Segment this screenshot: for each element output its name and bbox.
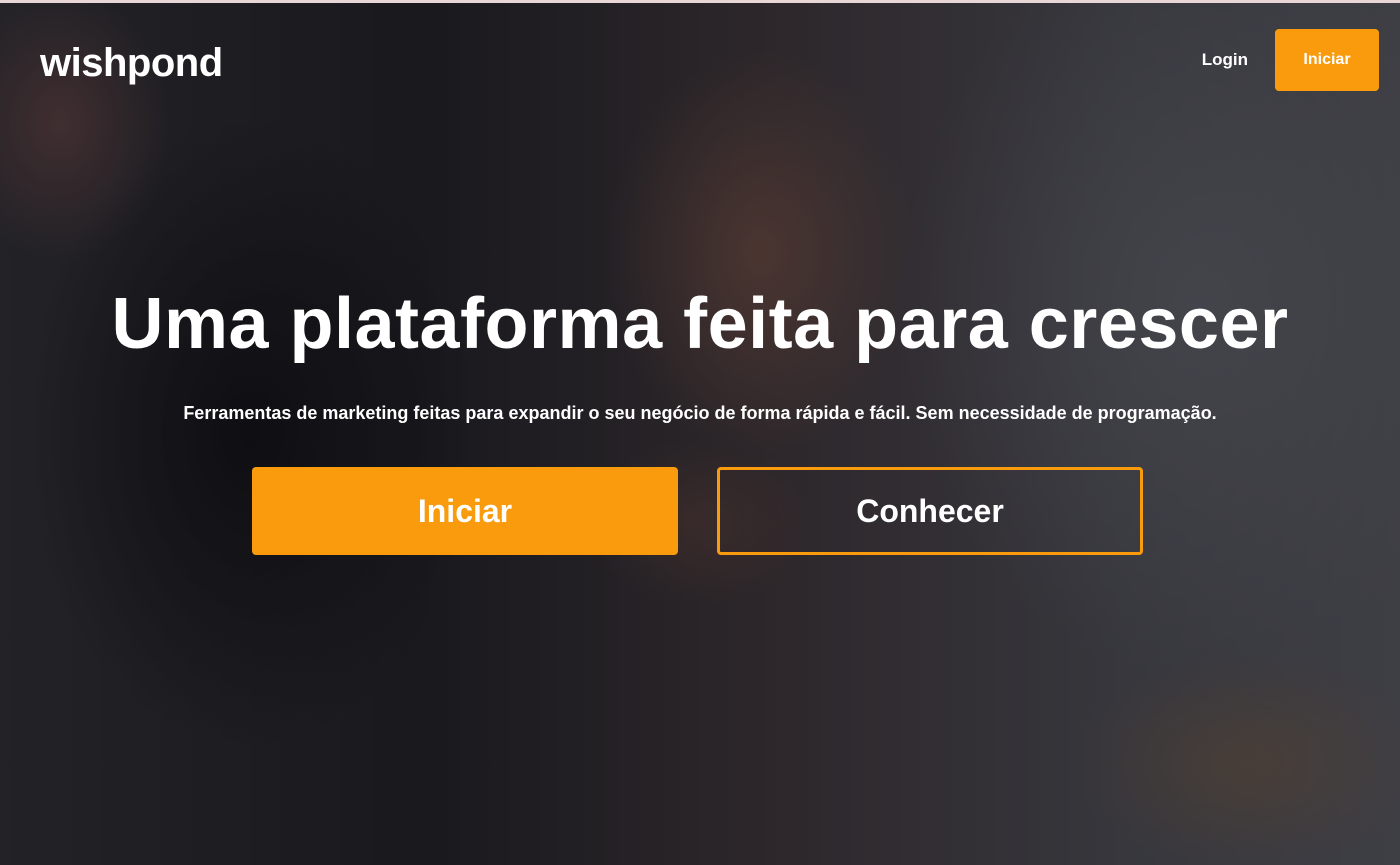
learn-more-button[interactable]: Conhecer	[717, 467, 1143, 555]
login-link[interactable]: Login	[1202, 50, 1248, 70]
hero-headline: Uma plataforma feita para crescer	[111, 284, 1289, 364]
site-header: wishpond Login Iniciar	[0, 3, 1400, 123]
start-button[interactable]: Iniciar	[252, 467, 678, 555]
hero-overlay	[0, 3, 1400, 865]
wishpond-logo[interactable]: wishpond	[40, 41, 223, 86]
header-start-button[interactable]: Iniciar	[1275, 29, 1379, 91]
hero-subheadline: Ferramentas de marketing feitas para exp…	[183, 403, 1217, 423]
hero-section: wishpond Login Iniciar Uma plataforma fe…	[0, 0, 1400, 865]
